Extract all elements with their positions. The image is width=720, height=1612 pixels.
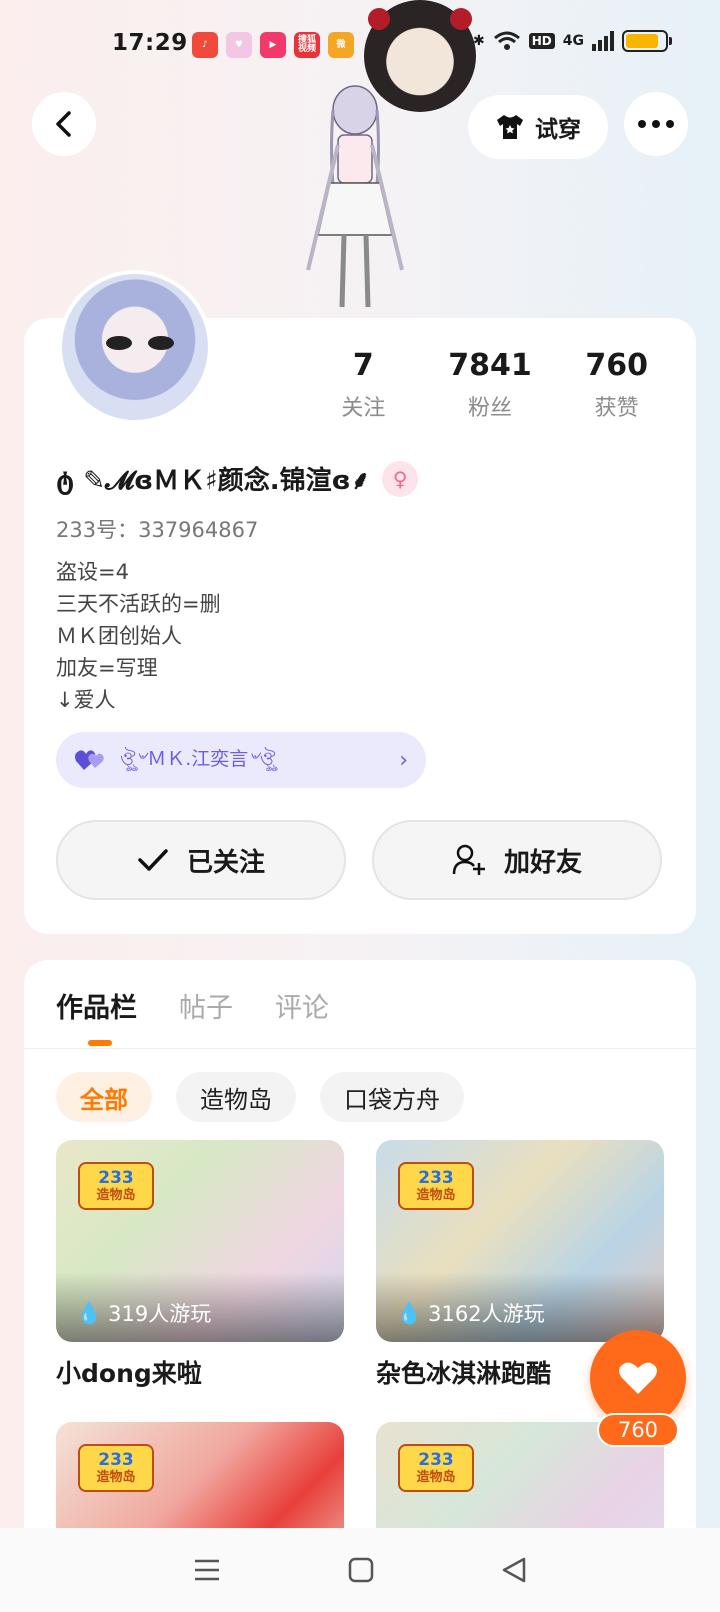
nickname: ტ ✎𝓜ɞＭＫ♯颜念.锦渲ɞ⸙ bbox=[56, 466, 371, 496]
add-friend-button[interactable]: 加好友 bbox=[372, 820, 662, 900]
filter-creation-island[interactable]: 造物岛 bbox=[176, 1072, 296, 1122]
tab-indicator bbox=[88, 1040, 112, 1046]
add-user-icon bbox=[452, 844, 485, 875]
shirt-icon bbox=[497, 115, 523, 139]
add-friend-label: 加好友 bbox=[503, 847, 582, 878]
avatar[interactable] bbox=[58, 270, 212, 424]
try-on-label: 试穿 bbox=[535, 117, 581, 143]
stat-value: 7841 bbox=[448, 348, 532, 383]
home-square-icon[interactable] bbox=[348, 1557, 374, 1583]
nickname-row: ტ ✎𝓜ɞＭＫ♯颜念.锦渲ɞ⸙ ♀ bbox=[56, 460, 419, 497]
heart-app-icon: ♥ bbox=[226, 32, 252, 58]
signal-label: 4G bbox=[562, 33, 584, 49]
avatar-3d-figure bbox=[306, 85, 404, 308]
play-count-text: 3162人游玩 bbox=[428, 1302, 545, 1326]
play-count: 💧 319人游玩 bbox=[76, 1298, 211, 1328]
like-button[interactable] bbox=[590, 1330, 686, 1426]
bio: 盗设=4 三天不活跃的=删 ＭＫ团创始人 加友=写理 ↓爱人 bbox=[56, 556, 221, 716]
system-icons: ✱ HD 4G bbox=[473, 30, 672, 52]
stat-label: 获赞 bbox=[594, 396, 639, 421]
tab-comments[interactable]: 评论 bbox=[275, 986, 329, 1025]
wifi-icon bbox=[493, 31, 520, 50]
chevron-left-icon bbox=[56, 111, 71, 137]
flame-icon: 💧 bbox=[396, 1300, 423, 1325]
stat-following[interactable]: 7 关注 bbox=[300, 348, 427, 422]
bio-line: 盗设=4 bbox=[56, 560, 129, 584]
filter-all[interactable]: 全部 bbox=[56, 1072, 152, 1122]
user-id[interactable]: 233号：337964867 bbox=[56, 514, 258, 544]
battery-icon bbox=[622, 30, 672, 52]
like-count: 760 bbox=[597, 1413, 679, 1447]
work-card[interactable]: 233 造物岛 💧 319人游玩 小dong来啦 bbox=[56, 1140, 344, 1390]
stat-label: 粉丝 bbox=[468, 396, 513, 421]
back-button[interactable] bbox=[32, 92, 96, 156]
try-on-button[interactable]: 试穿 bbox=[468, 95, 608, 159]
bio-line: 三天不活跃的=删 bbox=[56, 592, 221, 616]
more-dots-icon bbox=[638, 120, 674, 128]
chevron-right-icon: › bbox=[399, 747, 408, 773]
creation-island-badge: 233 造物岛 bbox=[78, 1444, 154, 1492]
creation-island-badge: 233 造物岛 bbox=[78, 1162, 154, 1210]
battery-level bbox=[626, 34, 659, 48]
creation-island-badge: 233 造物岛 bbox=[398, 1162, 474, 1210]
music-app-icon: ♪ bbox=[192, 32, 218, 58]
content-tabs: 作品栏 帖子 评论 bbox=[56, 986, 329, 1025]
filter-pocket-ark[interactable]: 口袋方舟 bbox=[320, 1072, 464, 1122]
filter-chips: 全部 造物岛 口袋方舟 bbox=[56, 1072, 464, 1122]
work-thumbnail: 233 造物岛 💧 3162人游玩 bbox=[376, 1140, 664, 1342]
weibo-app-icon: 微 bbox=[328, 32, 354, 58]
bio-line: ↓爱人 bbox=[56, 688, 116, 712]
status-bar: 17:29 ♪ ♥ ▶ 搜狐视频微 ✱ HD 4G bbox=[0, 0, 720, 92]
stat-followers[interactable]: 7841 粉丝 bbox=[427, 348, 554, 422]
heart-icon bbox=[619, 1362, 657, 1394]
back-triangle-icon[interactable] bbox=[501, 1556, 527, 1584]
system-nav-bar bbox=[0, 1528, 720, 1612]
work-title: 小dong来啦 bbox=[56, 1359, 202, 1388]
stat-value: 760 bbox=[585, 348, 648, 383]
search-video-app-icon: 搜狐视频 bbox=[294, 32, 320, 58]
tab-divider bbox=[24, 1048, 696, 1049]
partner-name: ঔৣ৺ＭＫ.江奕言৺ঔৣ bbox=[120, 747, 276, 770]
bio-line: 加友=写理 bbox=[56, 656, 158, 680]
stat-value: 7 bbox=[352, 348, 374, 383]
tab-works[interactable]: 作品栏 bbox=[56, 986, 137, 1025]
female-gender-icon: ♀ bbox=[382, 460, 419, 497]
notification-icons: ♪ ♥ ▶ 搜狐视频微 bbox=[192, 32, 354, 58]
signal-icon bbox=[592, 31, 614, 51]
profile-stats: 7 关注 7841 粉丝 760 获赞 bbox=[300, 348, 680, 422]
stat-label: 关注 bbox=[341, 396, 386, 421]
play-count: 💧 3162人游玩 bbox=[396, 1298, 545, 1328]
status-time: 17:29 bbox=[112, 30, 188, 56]
menu-icon[interactable] bbox=[193, 1558, 221, 1582]
more-button[interactable] bbox=[624, 92, 688, 156]
tab-posts[interactable]: 帖子 bbox=[179, 986, 233, 1025]
hd-badge: HD bbox=[528, 33, 555, 49]
partner-tag[interactable]: ঔৣ৺ＭＫ.江奕言৺ঔৣ › bbox=[56, 732, 426, 788]
video-app-icon: ▶ bbox=[260, 32, 286, 58]
creation-island-badge: 233 造物岛 bbox=[398, 1444, 474, 1492]
stat-likes[interactable]: 760 获赞 bbox=[553, 348, 680, 422]
double-heart-icon bbox=[75, 750, 104, 770]
work-thumbnail: 233 造物岛 💧 319人游玩 bbox=[56, 1140, 344, 1342]
flame-icon: 💧 bbox=[76, 1300, 103, 1325]
following-label: 已关注 bbox=[186, 847, 265, 878]
play-count-text: 319人游玩 bbox=[108, 1302, 212, 1326]
bio-line: ＭＫ团创始人 bbox=[56, 624, 182, 648]
following-button[interactable]: 已关注 bbox=[56, 820, 346, 900]
checkmark-icon bbox=[138, 849, 168, 871]
